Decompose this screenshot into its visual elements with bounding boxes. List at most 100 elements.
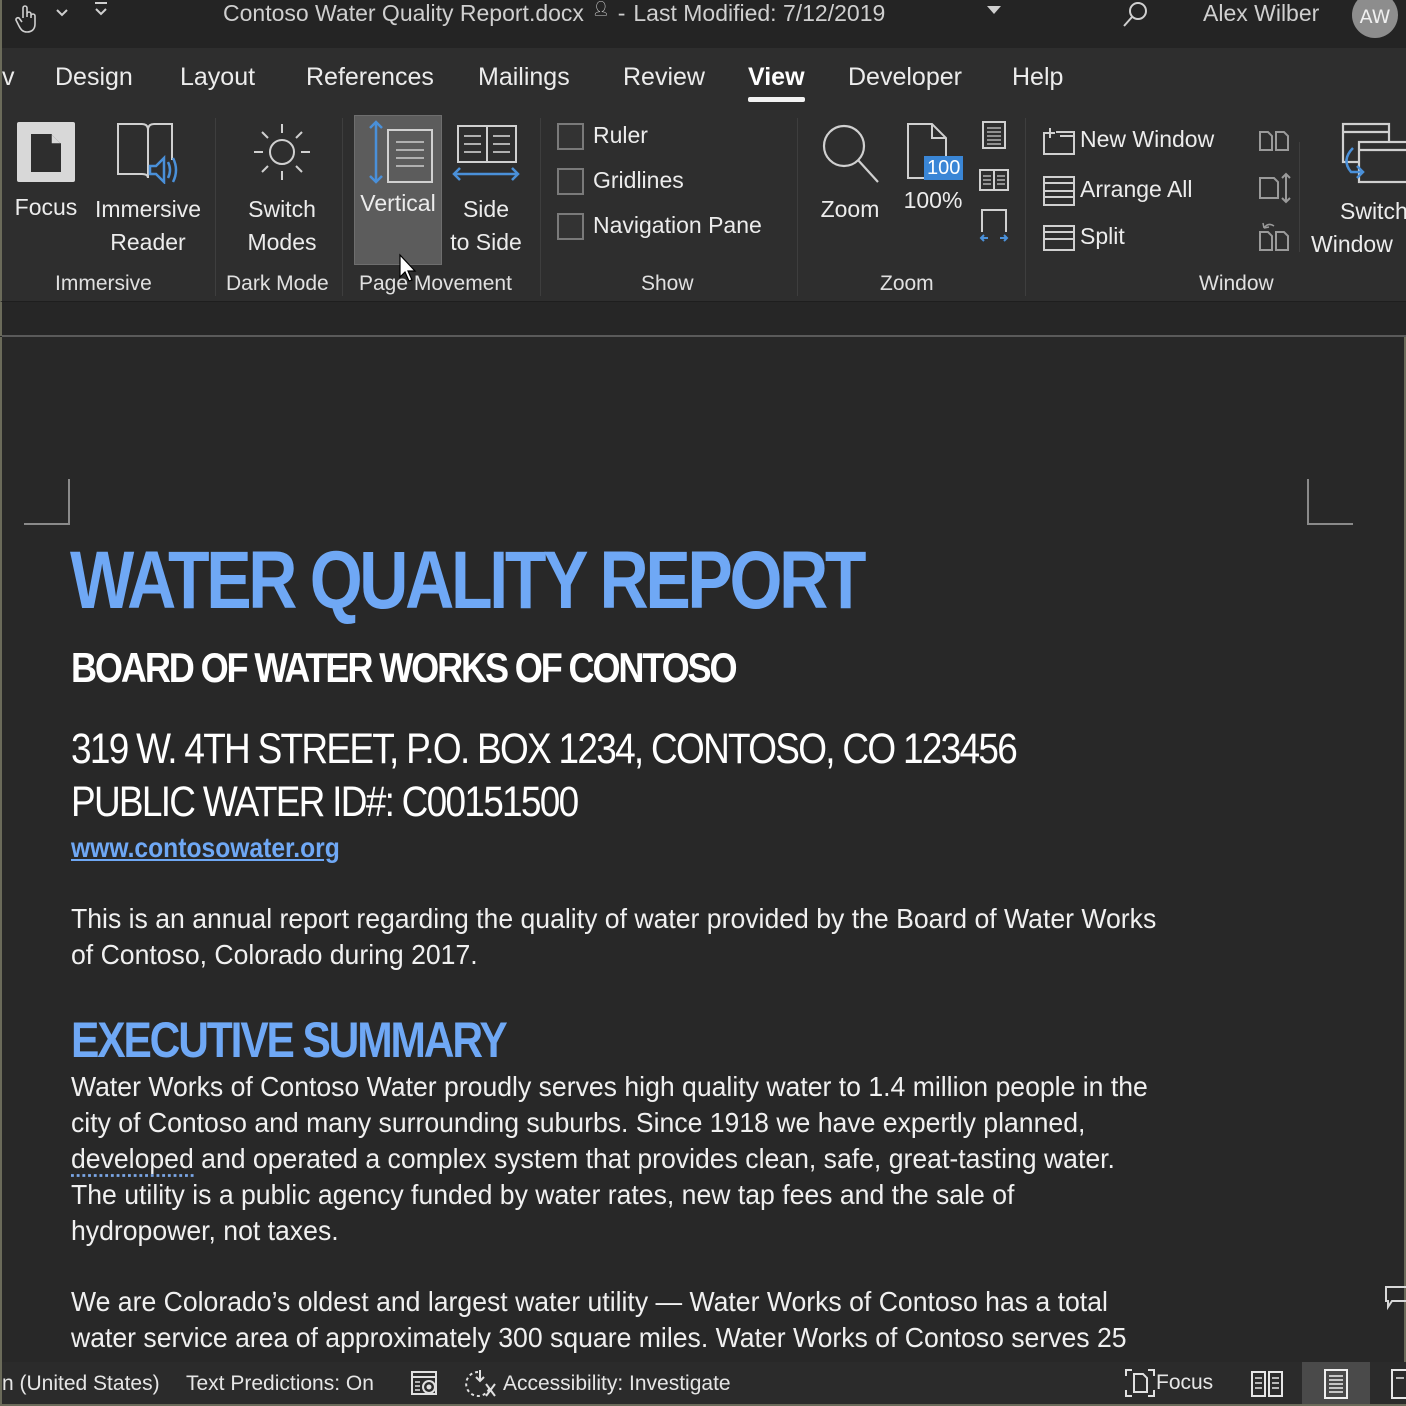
zoom-100-button[interactable]: 100 100% [898, 120, 968, 217]
exec-line-3-text: and operated a complex system that provi… [201, 1143, 1115, 1174]
avatar[interactable]: AW [1352, 0, 1398, 38]
display-settings-icon[interactable] [410, 1370, 440, 1398]
split-label: Split [1080, 223, 1125, 249]
arrange-all-button[interactable]: Arrange All [1042, 175, 1193, 207]
reset-window-position-icon[interactable] [1258, 222, 1290, 254]
group-separator [540, 118, 541, 296]
switch-modes-label-1: Switch [248, 196, 316, 222]
gridlines-checkbox[interactable]: Gridlines [557, 167, 684, 196]
accessibility-status[interactable]: Accessibility: Investigate [503, 1372, 731, 1396]
vertical-button[interactable]: Vertical [354, 115, 442, 265]
arrange-all-label: Arrange All [1080, 176, 1193, 203]
navigation-pane-checkbox[interactable]: Navigation Pane [557, 212, 762, 241]
page-width-icon[interactable] [978, 206, 1010, 242]
gridlines-label: Gridlines [593, 167, 684, 193]
zoom-button[interactable]: Zoom [812, 120, 888, 226]
synchronous-scrolling-icon[interactable] [1258, 172, 1292, 204]
navigation-pane-check-box[interactable] [557, 213, 584, 241]
tab-view-partial[interactable]: v [2, 63, 15, 92]
gridlines-check-box[interactable] [557, 168, 584, 196]
status-bar: n (United States) Text Predictions: On A… [0, 1362, 1406, 1406]
switch-modes-button[interactable]: Switch Modes [228, 120, 336, 259]
tab-references[interactable]: References [306, 63, 434, 92]
print-layout-button[interactable] [1302, 1362, 1370, 1404]
title-dropdown-icon[interactable] [987, 6, 1001, 14]
view-side-by-side-icon[interactable] [1258, 128, 1290, 154]
exec-line-5: hydropower, not taxes. [71, 1215, 339, 1246]
organization-name: BOARD OF WATER WORKS OF CONTOSO [71, 644, 738, 691]
tab-mailings[interactable]: Mailings [478, 63, 570, 92]
read-mode-icon [1251, 1371, 1283, 1397]
ribbon: Focus Immersive Reader Immersive Switch … [0, 112, 1406, 302]
website-link[interactable]: www.contosowater.org [71, 832, 340, 864]
tab-review[interactable]: Review [623, 63, 705, 92]
switch-windows-icon [1341, 122, 1406, 184]
split-icon [1043, 224, 1075, 251]
document-canvas[interactable]: WATER QUALITY REPORT BOARD OF WATER WORK… [0, 337, 1406, 1362]
accessibility-icon[interactable] [464, 1368, 498, 1400]
immersive-reader-button[interactable]: Immersive Reader [86, 120, 210, 259]
document-top-margin [0, 302, 1406, 336]
language-status[interactable]: n (United States) [2, 1372, 160, 1396]
focus-button[interactable]: Focus [8, 120, 84, 224]
customize-quick-access-icon[interactable] [92, 0, 110, 25]
tab-layout[interactable]: Layout [180, 63, 255, 92]
switch-windows-label-2: Window [1311, 231, 1393, 257]
group-label-zoom: Zoom [880, 272, 934, 295]
intro-line-2: of Contoso, Colorado during 2017. [71, 939, 478, 970]
side-to-side-button[interactable]: Side to Side [444, 120, 528, 259]
exec-line-4: The utility is a public agency funded by… [71, 1179, 1015, 1210]
split-button[interactable]: Split [1042, 223, 1125, 252]
comment-icon[interactable] [1384, 1285, 1406, 1313]
switch-windows-button[interactable]: Switch Window [1308, 120, 1406, 261]
ruler-check-box[interactable] [557, 123, 584, 151]
read-mode-button[interactable] [1240, 1362, 1294, 1404]
text-predictions-status[interactable]: Text Predictions: On [186, 1372, 374, 1396]
tab-design[interactable]: Design [55, 63, 133, 92]
multiple-pages-icon[interactable] [978, 168, 1010, 192]
sun-icon [254, 124, 310, 180]
mouse-cursor-icon [399, 253, 417, 282]
ruler-label: Ruler [593, 122, 648, 148]
exec-line-1: Water Works of Contoso Water proudly ser… [71, 1071, 1148, 1102]
group-separator [797, 118, 798, 296]
web-layout-button[interactable] [1382, 1362, 1406, 1404]
tab-developer[interactable]: Developer [848, 63, 962, 92]
ruler-checkbox[interactable]: Ruler [557, 122, 648, 151]
exec-line-3: developed and operated a complex system … [71, 1141, 1115, 1177]
ribbon-tabs: v Design Layout References Mailings Revi… [0, 48, 1406, 112]
group-separator [1025, 118, 1026, 296]
exec-line-2: city of Contoso and many surrounding sub… [71, 1107, 1086, 1138]
user-name[interactable]: Alex Wilber [1203, 0, 1319, 27]
side-to-side-icon [452, 125, 520, 181]
new-window-label: New Window [1080, 126, 1215, 153]
focus-mode-button[interactable]: Focus [1124, 1368, 1213, 1398]
vertical-label: Vertical [360, 190, 436, 216]
immersive-reader-label-2: Reader [110, 229, 186, 255]
flagged-word[interactable]: developed [71, 1143, 194, 1174]
magnifier-icon [822, 124, 879, 183]
document-title[interactable]: Contoso Water Quality Report.docx 👤︎ - Last… [223, 0, 885, 27]
zoom-badge: 100 [924, 156, 964, 180]
arrange-all-icon [1043, 176, 1075, 206]
report-title: WATER QUALITY REPORT [70, 535, 867, 626]
immersive-reader-icon [117, 123, 178, 186]
search-icon[interactable] [1120, 0, 1150, 30]
intro-line-1: This is an annual report regarding the q… [71, 903, 1157, 934]
para2-line-1: We are Colorado’s oldest and largest wat… [71, 1286, 1108, 1317]
one-page-icon[interactable] [980, 120, 1008, 150]
tab-view[interactable]: View [748, 63, 805, 102]
tab-help[interactable]: Help [1012, 63, 1063, 92]
chevron-down-icon[interactable] [54, 2, 70, 26]
para2-line-2: water service area of approximately 300 … [71, 1322, 1127, 1353]
address-line: 319 W. 4TH STREET, P.O. BOX 1234, CONTOS… [71, 725, 1018, 773]
group-label-window: Window [1199, 272, 1274, 295]
focus-mode-icon [1125, 1369, 1155, 1397]
web-layout-icon [1391, 1369, 1406, 1399]
new-window-button[interactable]: New Window [1042, 126, 1214, 156]
switch-windows-label-1: Switch [1340, 198, 1406, 224]
navigation-pane-label: Navigation Pane [593, 212, 762, 238]
margin-corner-right [1307, 479, 1353, 525]
switch-modes-label-2: Modes [247, 229, 317, 255]
touch-mode-icon[interactable] [14, 4, 40, 39]
